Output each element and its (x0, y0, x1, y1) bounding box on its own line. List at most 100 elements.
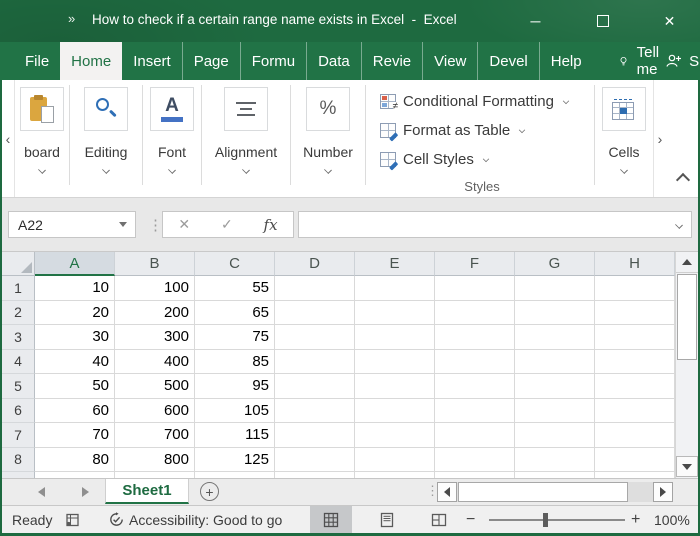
cell-h5[interactable] (595, 374, 675, 399)
cell-h2[interactable] (595, 300, 675, 325)
select-all-button[interactable] (2, 252, 35, 276)
cell-d2[interactable] (275, 300, 355, 325)
horizontal-scrollbar-thumb[interactable] (458, 482, 628, 502)
sheet-tab-sheet1[interactable]: Sheet1 (105, 479, 189, 504)
column-header-d[interactable]: D (275, 252, 355, 276)
cell-d5[interactable] (275, 374, 355, 399)
cells-group-button[interactable]: Cells (595, 80, 653, 197)
cell-c1[interactable]: 55 (195, 276, 275, 301)
cell-d1[interactable] (275, 276, 355, 301)
column-header-f[interactable]: F (435, 252, 515, 276)
row-header-4[interactable]: 4 (2, 349, 35, 374)
cell-h1[interactable] (595, 276, 675, 301)
tab-view[interactable]: View (422, 42, 477, 80)
scroll-up-button[interactable] (676, 252, 698, 273)
vertical-scrollbar[interactable] (675, 252, 698, 478)
next-sheet-button[interactable] (82, 487, 89, 497)
cell-b2[interactable]: 200 (115, 300, 195, 325)
tab-page[interactable]: Page (181, 42, 240, 80)
new-sheet-button[interactable]: + (200, 482, 219, 501)
row-header-8[interactable]: 8 (2, 447, 35, 472)
cell-a6[interactable]: 60 (35, 398, 115, 423)
cell-d6[interactable] (275, 398, 355, 423)
column-header-g[interactable]: G (515, 252, 595, 276)
formula-input[interactable] (298, 211, 692, 238)
row-header-6[interactable]: 6 (2, 398, 35, 423)
column-header-h[interactable]: H (595, 252, 675, 276)
cell-d3[interactable] (275, 325, 355, 350)
cell-c6[interactable]: 105 (195, 398, 275, 423)
normal-view-button[interactable] (310, 506, 352, 533)
tab-file[interactable]: File (14, 42, 60, 80)
cancel-icon[interactable]: ✕ (178, 216, 190, 233)
cell-d4[interactable] (275, 349, 355, 374)
column-header-a[interactable]: A (35, 252, 115, 276)
tab-formu[interactable]: Formu (239, 42, 306, 80)
cell-a1[interactable]: 10 (35, 276, 115, 301)
close-button[interactable]: ✕ (647, 0, 692, 42)
row-header-5[interactable]: 5 (2, 374, 35, 399)
accessibility-icon[interactable] (108, 511, 125, 528)
zoom-slider[interactable] (489, 513, 625, 527)
row-header-7[interactable]: 7 (2, 423, 35, 448)
cell-b8[interactable]: 800 (115, 447, 195, 472)
cell-c3[interactable]: 75 (195, 325, 275, 350)
tab-data[interactable]: Data (306, 42, 361, 80)
zoom-level[interactable]: 100% (654, 512, 690, 528)
cell-g6[interactable] (515, 398, 595, 423)
zoom-in-button[interactable]: + (631, 511, 640, 529)
cell-e2[interactable] (355, 300, 435, 325)
column-header-b[interactable]: B (115, 252, 195, 276)
cell-b7[interactable]: 700 (115, 423, 195, 448)
minimize-button[interactable]: ─ (513, 0, 558, 42)
column-header-c[interactable]: C (195, 252, 275, 276)
tab-revie[interactable]: Revie (360, 42, 422, 80)
cell-e5[interactable] (355, 374, 435, 399)
cell-c7[interactable]: 115 (195, 423, 275, 448)
cell-g7[interactable] (515, 423, 595, 448)
column-header-e[interactable]: E (355, 252, 435, 276)
number-group-button[interactable]: % Number (291, 80, 365, 197)
cell-g1[interactable] (515, 276, 595, 301)
scroll-down-button[interactable] (676, 456, 698, 477)
row-header-2[interactable]: 2 (2, 300, 35, 325)
tab-help[interactable]: Help (538, 42, 593, 80)
collapse-ribbon-icon[interactable] (675, 172, 691, 188)
cell-c4[interactable]: 85 (195, 349, 275, 374)
page-layout-view-button[interactable] (366, 506, 408, 533)
name-box-dropdown-icon[interactable] (119, 222, 127, 227)
cell-h6[interactable] (595, 398, 675, 423)
accessibility-status[interactable]: Accessibility: Good to go (129, 512, 282, 528)
scroll-right-button[interactable] (653, 482, 673, 502)
cell-b1[interactable]: 100 (115, 276, 195, 301)
cell-f4[interactable] (435, 349, 515, 374)
cell-e3[interactable] (355, 325, 435, 350)
cell-a4[interactable]: 40 (35, 349, 115, 374)
tab-devel[interactable]: Devel (477, 42, 538, 80)
cell-b6[interactable]: 600 (115, 398, 195, 423)
cell-f8[interactable] (435, 447, 515, 472)
cell-h7[interactable] (595, 423, 675, 448)
maximize-button[interactable] (580, 0, 625, 42)
cell-a5[interactable]: 50 (35, 374, 115, 399)
tell-me-button[interactable]: Tell me (619, 42, 666, 80)
tab-insert[interactable]: Insert (122, 42, 182, 80)
cell-h3[interactable] (595, 325, 675, 350)
cell-b5[interactable]: 500 (115, 374, 195, 399)
cell-g8[interactable] (515, 447, 595, 472)
cell-g4[interactable] (515, 349, 595, 374)
cell-e6[interactable] (355, 398, 435, 423)
zoom-out-button[interactable]: − (466, 511, 475, 529)
ribbon-scroll-left-button[interactable]: ‹ (2, 80, 15, 197)
cell-d8[interactable] (275, 447, 355, 472)
cell-g5[interactable] (515, 374, 595, 399)
tab-home[interactable]: Home (60, 42, 123, 80)
cell-e4[interactable] (355, 349, 435, 374)
cell-g2[interactable] (515, 300, 595, 325)
cell-f2[interactable] (435, 300, 515, 325)
row-header-3[interactable]: 3 (2, 325, 35, 350)
ribbon-scroll-right-button[interactable]: › (653, 80, 666, 197)
editing-group-button[interactable]: Editing (70, 80, 142, 197)
quick-access-toolbar-icon[interactable]: » (68, 11, 75, 26)
cell-h8[interactable] (595, 447, 675, 472)
